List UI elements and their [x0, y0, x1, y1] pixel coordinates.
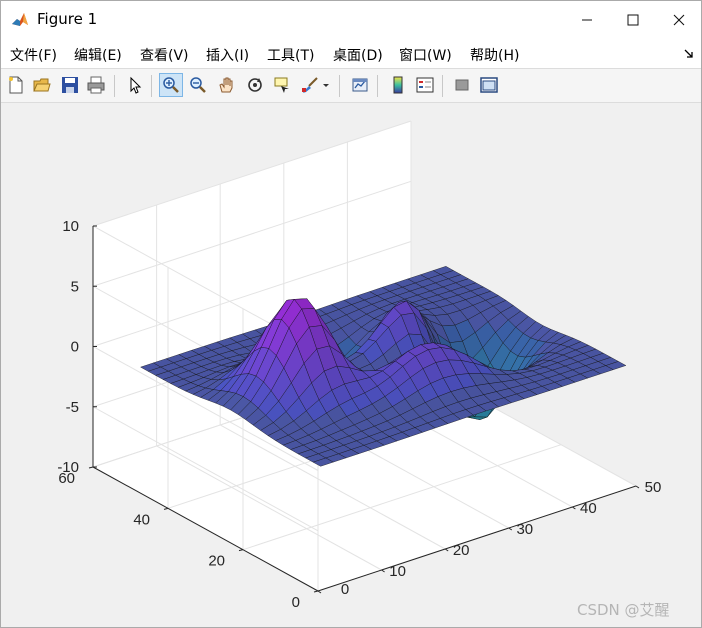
x-tick	[508, 527, 513, 531]
brush-icon[interactable]	[299, 74, 321, 96]
x-tick-label: 40	[580, 500, 597, 517]
menu-edit[interactable]: 编辑(E)	[74, 45, 122, 65]
close-icon	[673, 14, 685, 26]
title-bar[interactable]: Figure 1	[1, 1, 701, 39]
zoom-out-icon[interactable]	[187, 74, 209, 96]
watermark: CSDN @艾醒	[577, 601, 670, 619]
z-tick-label: 5	[71, 278, 79, 295]
x-tick	[635, 485, 640, 489]
data-cursor-icon[interactable]	[271, 74, 293, 96]
toolbar	[1, 68, 701, 103]
save-icon[interactable]	[59, 74, 81, 96]
menu-file[interactable]: 文件(F)	[10, 45, 57, 65]
x-tick-label: 50	[645, 479, 662, 496]
rotate-3d-icon[interactable]	[244, 74, 266, 96]
legend-icon[interactable]	[414, 74, 436, 96]
pan-hand-icon[interactable]	[215, 74, 237, 96]
menu-bar: 文件(F) 编辑(E) 查看(V) 插入(I) 工具(T) 桌面(D) 窗口(W…	[1, 39, 701, 68]
y-tick-label: 20	[208, 553, 225, 570]
window-title: Figure 1	[37, 10, 98, 28]
new-figure-icon[interactable]	[5, 74, 27, 96]
minimize-button[interactable]	[564, 1, 610, 39]
toolbar-separator	[151, 75, 152, 97]
figure-window: Figure 1 文件(F) 编辑(E) 查看(V) 插入(I) 工具(T) 桌…	[0, 0, 702, 628]
z-tick-label: -5	[66, 399, 79, 416]
maximize-icon	[627, 14, 639, 26]
x-tick-label: 30	[516, 521, 533, 538]
minimize-icon	[582, 19, 592, 21]
x-tick-label: 0	[341, 581, 349, 598]
surface-plot[interactable]: 0102030405002040601050-5-10	[1, 102, 701, 627]
z-tick-label: 10	[62, 218, 79, 235]
y-tick	[313, 590, 319, 593]
link-plot-icon[interactable]	[349, 74, 371, 96]
toolbar-separator	[339, 75, 340, 97]
maximize-button[interactable]	[610, 1, 656, 39]
x-tick	[317, 590, 322, 594]
toolbar-separator	[114, 75, 115, 97]
z-tick-label: -10	[57, 459, 79, 476]
menu-view[interactable]: 查看(V)	[140, 45, 189, 65]
toolbar-separator	[442, 75, 443, 97]
y-tick	[88, 466, 94, 469]
x-tick	[444, 548, 449, 552]
y-tick-label: 0	[292, 594, 300, 611]
menu-window[interactable]: 窗口(W)	[399, 45, 452, 65]
y-tick	[163, 507, 169, 510]
print-icon[interactable]	[85, 74, 107, 96]
menu-help[interactable]: 帮助(H)	[470, 45, 519, 65]
x-tick-label: 10	[389, 563, 406, 580]
edit-plot-arrow-icon[interactable]	[124, 74, 146, 96]
close-button[interactable]	[656, 1, 702, 39]
menu-insert[interactable]: 插入(I)	[206, 45, 249, 65]
x-tick-label: 20	[453, 542, 470, 559]
hide-plot-tools-icon[interactable]	[451, 74, 473, 96]
open-file-icon[interactable]	[31, 74, 53, 96]
z-tick-label: 0	[71, 339, 79, 356]
x-tick	[381, 569, 385, 573]
brush-dropdown-icon[interactable]	[321, 74, 331, 96]
y-tick-label: 40	[133, 511, 150, 528]
x-tick	[572, 506, 576, 510]
menu-desktop[interactable]: 桌面(D)	[333, 45, 383, 65]
colorbar-icon[interactable]	[387, 74, 409, 96]
zoom-in-icon[interactable]	[159, 73, 183, 97]
menu-tools[interactable]: 工具(T)	[267, 45, 314, 65]
dock-arrow-icon[interactable]	[684, 49, 694, 59]
show-plot-tools-icon[interactable]	[478, 74, 500, 96]
toolbar-separator	[377, 75, 378, 97]
matlab-logo-icon	[11, 11, 29, 29]
y-tick	[238, 549, 244, 552]
